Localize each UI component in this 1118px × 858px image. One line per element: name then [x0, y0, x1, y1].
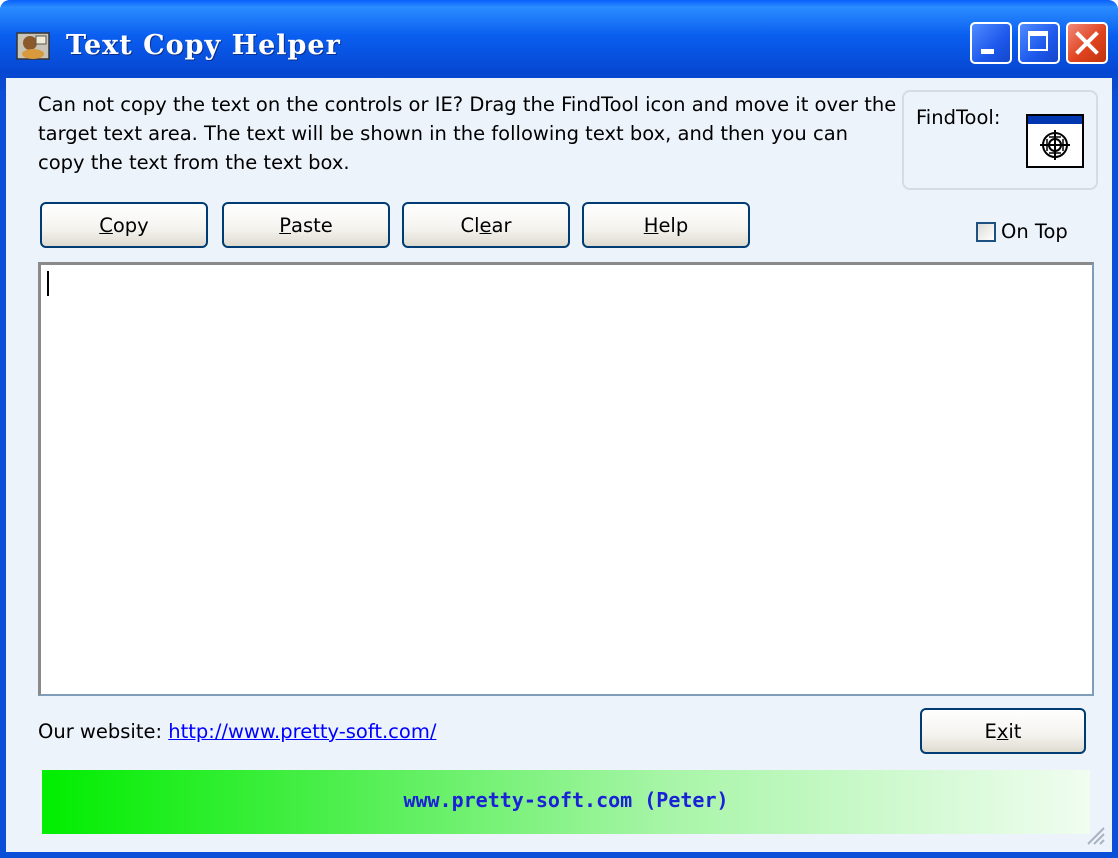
website-row: Our website: http://www.pretty-soft.com/ — [38, 720, 436, 743]
website-label: Our website: — [38, 720, 169, 743]
findtool-crosshair-icon[interactable] — [1026, 114, 1084, 168]
clear-button[interactable]: Cl e ar — [402, 202, 570, 248]
checkbox-box[interactable] — [976, 221, 996, 242]
exit-button[interactable]: Ex it — [920, 708, 1086, 754]
minimize-button[interactable] — [970, 22, 1012, 64]
findtool-group: FindTool: — [902, 90, 1098, 190]
website-link[interactable]: http://www.pretty-soft.com/ — [168, 720, 436, 743]
banner-text: www.pretty-soft.com (Peter) — [403, 788, 729, 812]
text-output-box[interactable] — [38, 262, 1094, 696]
on-top-checkbox[interactable]: On Top — [976, 220, 1068, 243]
close-button[interactable] — [1066, 22, 1108, 64]
title-bar[interactable]: Text Copy Helper — [0, 0, 1118, 90]
on-top-label: On Top — [1001, 220, 1068, 243]
help-button[interactable]: Help — [582, 202, 750, 248]
banner[interactable]: www.pretty-soft.com (Peter) — [42, 770, 1090, 834]
resize-grip-icon[interactable] — [1082, 822, 1106, 846]
close-icon — [1075, 31, 1099, 55]
app-window: Text Copy Helper Can not copy the text o… — [0, 0, 1118, 858]
app-icon[interactable] — [16, 30, 50, 60]
maximize-button[interactable] — [1018, 22, 1060, 64]
client-area: Can not copy the text on the controls or… — [6, 78, 1112, 852]
paste-button[interactable]: Paste — [222, 202, 390, 248]
description-text: Can not copy the text on the controls or… — [38, 93, 897, 174]
text-caret — [47, 271, 49, 296]
window-title: Text Copy Helper — [66, 30, 341, 61]
copy-button[interactable]: Copy — [40, 202, 208, 248]
findtool-label: FindTool: — [916, 106, 1001, 129]
